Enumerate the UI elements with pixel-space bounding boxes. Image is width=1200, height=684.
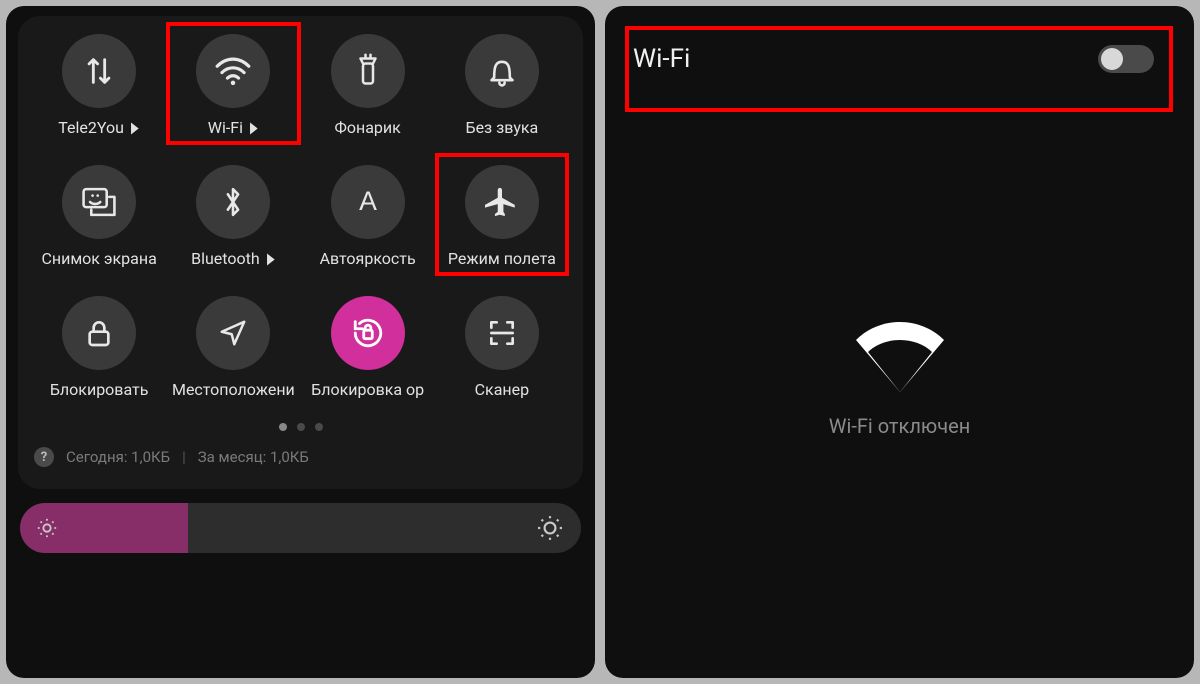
location-icon (196, 296, 270, 370)
toggle-knob (1101, 48, 1123, 70)
expand-triangle-icon (250, 123, 258, 135)
qs-tile-label: Фонарик (334, 118, 400, 137)
qs-tile-airplane[interactable]: Режим полета (435, 165, 569, 268)
qs-tile-screenshot[interactable]: Снимок экрана (32, 165, 166, 268)
wifi-title: Wi-Fi (633, 44, 690, 74)
wifi-off-large-icon (850, 312, 950, 392)
qs-tile-label: Tele2You (58, 118, 140, 137)
scanner-icon (465, 296, 539, 370)
wifi-icon (196, 34, 270, 108)
qs-tile-label: Блокировка ор (311, 380, 424, 399)
pager-dot[interactable] (279, 423, 287, 431)
brightness-high-icon (537, 515, 563, 541)
expand-triangle-icon (267, 254, 275, 266)
wifi-status-text: Wi-Fi отключен (829, 414, 971, 438)
usage-separator: | (182, 448, 186, 466)
wifi-status-area: Wi-Fi отключен (625, 92, 1174, 658)
usage-month: За месяц: 1,0КБ (198, 448, 309, 466)
qs-tile-label: Местоположени (172, 380, 295, 399)
phone-wifi-settings: Wi-Fi Wi-Fi отключен (605, 6, 1194, 678)
qs-tile-label: Автояркость (320, 249, 416, 268)
qs-tile-rotate-lock[interactable]: Блокировка ор (301, 296, 435, 399)
airplane-icon (465, 165, 539, 239)
qs-tile-location[interactable]: Местоположени (166, 296, 300, 399)
qs-tile-label: Режим полета (448, 249, 556, 268)
qs-tile-data-transfer[interactable]: Tele2You (32, 34, 166, 137)
screenshot-icon (62, 165, 136, 239)
usage-today: Сегодня: 1,0КБ (66, 448, 170, 466)
quick-settings-panel: Tele2You Wi-Fi Фонарик Без звука Снимок экра… (18, 16, 583, 489)
data-transfer-icon (62, 34, 136, 108)
qs-tile-auto-bright[interactable]: A Автояркость (301, 165, 435, 268)
qs-tile-label: Снимок экрана (41, 249, 156, 268)
bluetooth-icon (196, 165, 270, 239)
data-usage-row[interactable]: ? Сегодня: 1,0КБ | За месяц: 1,0КБ (32, 443, 569, 475)
wifi-toggle[interactable] (1098, 45, 1154, 73)
svg-text:A: A (359, 186, 377, 216)
qs-tile-scanner[interactable]: Сканер (435, 296, 569, 399)
qs-tile-bluetooth[interactable]: Bluetooth (166, 165, 300, 268)
qs-tile-label: Wi-Fi (208, 118, 259, 137)
qs-tile-bell[interactable]: Без звука (435, 34, 569, 137)
bell-icon (465, 34, 539, 108)
help-icon: ? (34, 447, 54, 467)
rotate-lock-icon (331, 296, 405, 370)
qs-tile-label: Блокировать (50, 380, 149, 399)
auto-bright-icon: A (331, 165, 405, 239)
lock-icon (62, 296, 136, 370)
brightness-low-icon (36, 517, 58, 539)
qs-tile-wifi[interactable]: Wi-Fi (166, 34, 300, 137)
expand-triangle-icon (131, 123, 139, 135)
qs-tile-lock[interactable]: Блокировать (32, 296, 166, 399)
pager-dots[interactable] (32, 423, 569, 431)
phone-quick-settings: Tele2You Wi-Fi Фонарик Без звука Снимок экра… (6, 6, 595, 678)
brightness-slider[interactable] (20, 503, 581, 553)
qs-tile-label: Сканер (475, 380, 529, 399)
pager-dot[interactable] (297, 423, 305, 431)
qs-tile-label: Без звука (465, 118, 538, 137)
qs-tile-flashlight[interactable]: Фонарик (301, 34, 435, 137)
wifi-toggle-row: Wi-Fi (625, 26, 1174, 92)
pager-dot[interactable] (315, 423, 323, 431)
qs-tile-label: Bluetooth (191, 249, 276, 268)
flashlight-icon (331, 34, 405, 108)
quick-settings-grid: Tele2You Wi-Fi Фонарик Без звука Снимок экра… (32, 34, 569, 399)
wifi-settings-screen: Wi-Fi Wi-Fi отключен (625, 26, 1174, 658)
